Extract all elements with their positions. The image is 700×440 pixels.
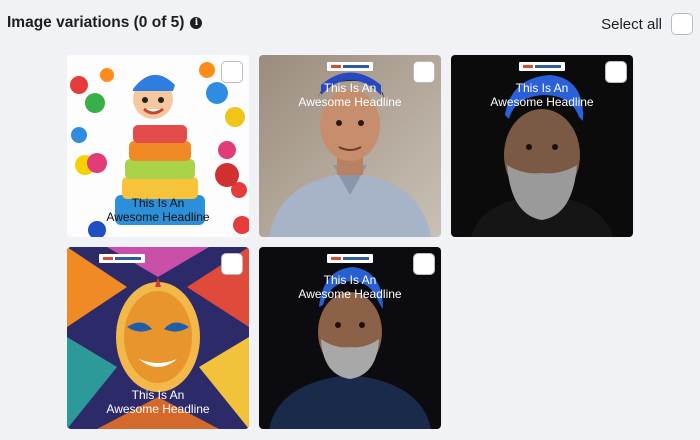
headline-line2: Awesome Headline [106, 210, 210, 224]
headline-overlay: This Is An Awesome Headline [259, 81, 441, 109]
page-title: Image variations (0 of 5) i [7, 14, 203, 32]
headline-line2: Awesome Headline [106, 402, 210, 416]
brand-logo [327, 62, 373, 71]
headline-line2: Awesome Headline [298, 95, 402, 109]
image-variation-tile[interactable]: This Is An Awesome Headline [451, 55, 633, 237]
image-variation-tile[interactable]: This Is An Awesome Headline [259, 247, 441, 429]
headline-overlay: This Is An Awesome Headline [259, 273, 441, 301]
headline-line2: Awesome Headline [490, 95, 594, 109]
headline-line1: This Is An [131, 388, 185, 402]
image-variation-tile[interactable]: This Is An Awesome Headline [259, 55, 441, 237]
headline-overlay: This Is An Awesome Headline [67, 196, 249, 224]
tile-checkbox[interactable] [413, 253, 435, 275]
brand-logo [519, 62, 565, 71]
brand-logo [327, 254, 373, 263]
image-variation-tile[interactable]: This Is An Awesome Headline [67, 55, 249, 237]
headline-overlay: This Is An Awesome Headline [451, 81, 633, 109]
tile-checkbox[interactable] [221, 253, 243, 275]
headline-line1: This Is An [131, 196, 185, 210]
select-all-label: Select all [601, 15, 662, 33]
brand-logo [98, 254, 145, 263]
tile-checkbox[interactable] [413, 61, 435, 83]
headline-line1: This Is An [515, 81, 569, 95]
headline-overlay: This Is An Awesome Headline [67, 388, 249, 416]
tile-checkbox[interactable] [221, 61, 243, 83]
select-all[interactable]: Select all [601, 13, 693, 35]
page-title-text: Image variations (0 of 5) [7, 14, 185, 31]
select-all-checkbox[interactable] [671, 13, 693, 35]
headline-line2: Awesome Headline [298, 287, 402, 301]
headline-line1: This Is An [323, 81, 377, 95]
info-icon[interactable]: i [190, 17, 203, 29]
tile-checkbox[interactable] [605, 61, 627, 83]
image-variation-tile[interactable]: This Is An Awesome Headline [67, 247, 249, 429]
headline-line1: This Is An [323, 273, 377, 287]
